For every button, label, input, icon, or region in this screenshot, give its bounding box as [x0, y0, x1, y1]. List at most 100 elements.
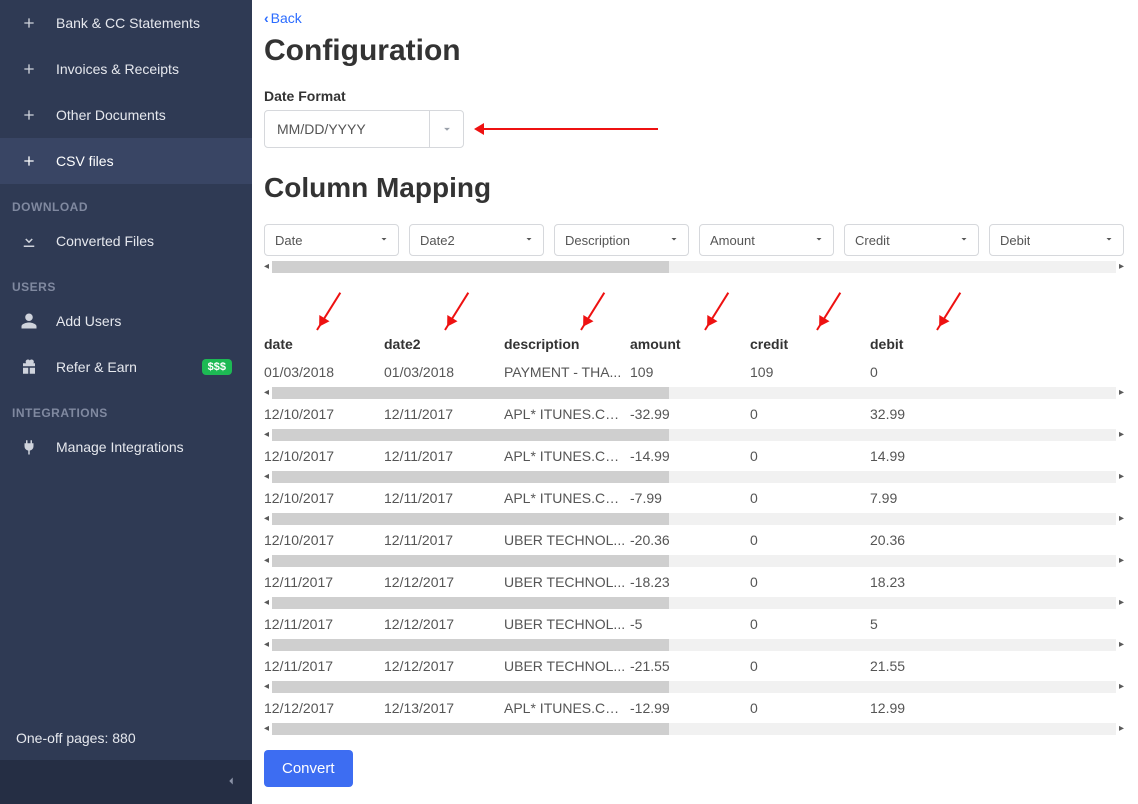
triangle-left-icon: ◂ — [264, 514, 272, 524]
chevron-down-icon — [958, 233, 970, 248]
triangle-left-icon: ◂ — [264, 682, 272, 692]
cell-description: UBER TECHNOL... — [504, 568, 630, 596]
sidebar-item-add-users[interactable]: Add Users — [0, 298, 252, 344]
chevron-down-icon — [668, 233, 680, 248]
chevron-down-icon — [378, 233, 390, 248]
mapping-select-value: Amount — [710, 233, 755, 248]
sidebar-item-label: CSV files — [56, 153, 114, 169]
table-row: 12/12/201712/13/2017APL* ITUNES.CO...-12… — [264, 694, 1124, 722]
sidebar-item-refer-earn[interactable]: Refer & Earn $$$ — [0, 344, 252, 390]
mapping-select-date[interactable]: Date — [264, 224, 399, 256]
cell-date2: 12/11/2017 — [384, 400, 504, 428]
cell-debit: 5 — [870, 610, 1124, 638]
hscroll-strip[interactable]: ◂ ▸ — [264, 260, 1124, 274]
hscroll-strip[interactable]: ◂▸ — [264, 386, 1124, 400]
mapping-select-amount[interactable]: Amount — [699, 224, 834, 256]
triangle-right-icon: ▸ — [1116, 640, 1124, 650]
cell-credit: 0 — [750, 484, 870, 512]
plus-icon — [20, 14, 38, 32]
sidebar-item-converted-files[interactable]: Converted Files — [0, 218, 252, 264]
cell-debit: 32.99 — [870, 400, 1124, 428]
page-title: Configuration — [264, 34, 1138, 68]
mapping-select-value: Description — [565, 233, 630, 248]
date-format-value: MM/DD/YYYY — [265, 121, 429, 137]
cell-debit: 12.99 — [870, 694, 1124, 722]
table-row: 12/10/201712/11/2017APL* ITUNES.CO...-14… — [264, 442, 1124, 470]
mapping-select-description[interactable]: Description — [554, 224, 689, 256]
cell-debit: 0 — [870, 358, 1124, 386]
cell-credit: 0 — [750, 526, 870, 554]
table-row: 12/10/201712/11/2017UBER TECHNOL...-20.3… — [264, 526, 1124, 554]
cell-date2: 12/13/2017 — [384, 694, 504, 722]
cell-date: 12/11/2017 — [264, 652, 384, 680]
cell-debit: 21.55 — [870, 652, 1124, 680]
triangle-right-icon: ▸ — [1116, 514, 1124, 524]
chevron-down-icon — [523, 233, 535, 248]
sidebar-item-label: Refer & Earn — [56, 359, 137, 375]
plus-icon — [20, 106, 38, 124]
mapping-select-credit[interactable]: Credit — [844, 224, 979, 256]
hscroll-strip[interactable]: ◂▸ — [264, 596, 1124, 610]
triangle-right-icon: ▸ — [1116, 556, 1124, 566]
sidebar-item-invoices[interactable]: Invoices & Receipts — [0, 46, 252, 92]
table-row: 12/11/201712/12/2017UBER TECHNOL...-21.5… — [264, 652, 1124, 680]
hscroll-strip[interactable]: ◂▸ — [264, 512, 1124, 526]
mapping-select-debit[interactable]: Debit — [989, 224, 1124, 256]
sidebar-item-bank[interactable]: Bank & CC Statements — [0, 0, 252, 46]
column-mapping-title: Column Mapping — [264, 172, 1138, 204]
cell-date2: 12/11/2017 — [384, 526, 504, 554]
cell-description: UBER TECHNOL... — [504, 526, 630, 554]
triangle-right-icon: ▸ — [1116, 430, 1124, 440]
cell-credit: 109 — [750, 358, 870, 386]
col-header-date: date — [264, 330, 384, 358]
cell-description: APL* ITUNES.CO... — [504, 694, 630, 722]
sidebar-item-label: Manage Integrations — [56, 439, 184, 455]
column-mapping-row: Date Date2 Description Amount Credit Debit — [264, 224, 1138, 256]
cell-amount: -21.55 — [630, 652, 750, 680]
cell-amount: -7.99 — [630, 484, 750, 512]
user-icon — [20, 312, 38, 330]
col-header-credit: credit — [750, 330, 870, 358]
triangle-right-icon: ▸ — [1116, 262, 1124, 272]
triangle-right-icon: ▸ — [1116, 724, 1124, 734]
cell-date2: 12/12/2017 — [384, 568, 504, 596]
sidebar-item-label: Bank & CC Statements — [56, 15, 200, 31]
cell-debit: 7.99 — [870, 484, 1124, 512]
table-header-row: date date2 description amount credit deb… — [264, 330, 1124, 358]
cell-date: 12/10/2017 — [264, 442, 384, 470]
hscroll-strip[interactable]: ◂▸ — [264, 680, 1124, 694]
sidebar-item-other[interactable]: Other Documents — [0, 92, 252, 138]
sidebar-item-label: Add Users — [56, 313, 121, 329]
gift-icon — [20, 358, 38, 376]
cell-credit: 0 — [750, 442, 870, 470]
cell-amount: -14.99 — [630, 442, 750, 470]
chevron-down-icon — [813, 233, 825, 248]
hscroll-strip[interactable]: ◂▸ — [264, 722, 1124, 736]
back-label: Back — [271, 10, 302, 26]
cell-debit: 14.99 — [870, 442, 1124, 470]
back-link[interactable]: ‹ Back — [264, 10, 302, 26]
cell-description: APL* ITUNES.CO... — [504, 400, 630, 428]
hscroll-strip[interactable]: ◂▸ — [264, 470, 1124, 484]
cell-description: UBER TECHNOL... — [504, 610, 630, 638]
convert-button[interactable]: Convert — [264, 750, 353, 787]
hscroll-strip[interactable]: ◂▸ — [264, 428, 1124, 442]
hscroll-strip[interactable]: ◂▸ — [264, 554, 1124, 568]
table-row: 12/11/201712/12/2017UBER TECHNOL...-18.2… — [264, 568, 1124, 596]
plug-icon — [20, 438, 38, 456]
cell-amount: -5 — [630, 610, 750, 638]
triangle-right-icon: ▸ — [1116, 682, 1124, 692]
col-header-description: description — [504, 330, 630, 358]
sidebar-item-manage-integrations[interactable]: Manage Integrations — [0, 424, 252, 470]
cell-date: 12/10/2017 — [264, 400, 384, 428]
sidebar-collapse-toggle[interactable] — [0, 760, 252, 804]
mapping-select-value: Date — [275, 233, 302, 248]
date-format-select[interactable]: MM/DD/YYYY — [264, 110, 464, 148]
table-row: 12/11/201712/12/2017UBER TECHNOL...-505 — [264, 610, 1124, 638]
mapping-select-date2[interactable]: Date2 — [409, 224, 544, 256]
chevron-left-icon: ‹ — [264, 10, 269, 26]
hscroll-strip[interactable]: ◂▸ — [264, 638, 1124, 652]
cell-description: APL* ITUNES.CO... — [504, 484, 630, 512]
col-header-debit: debit — [870, 330, 1124, 358]
sidebar-item-csv[interactable]: CSV files — [0, 138, 252, 184]
